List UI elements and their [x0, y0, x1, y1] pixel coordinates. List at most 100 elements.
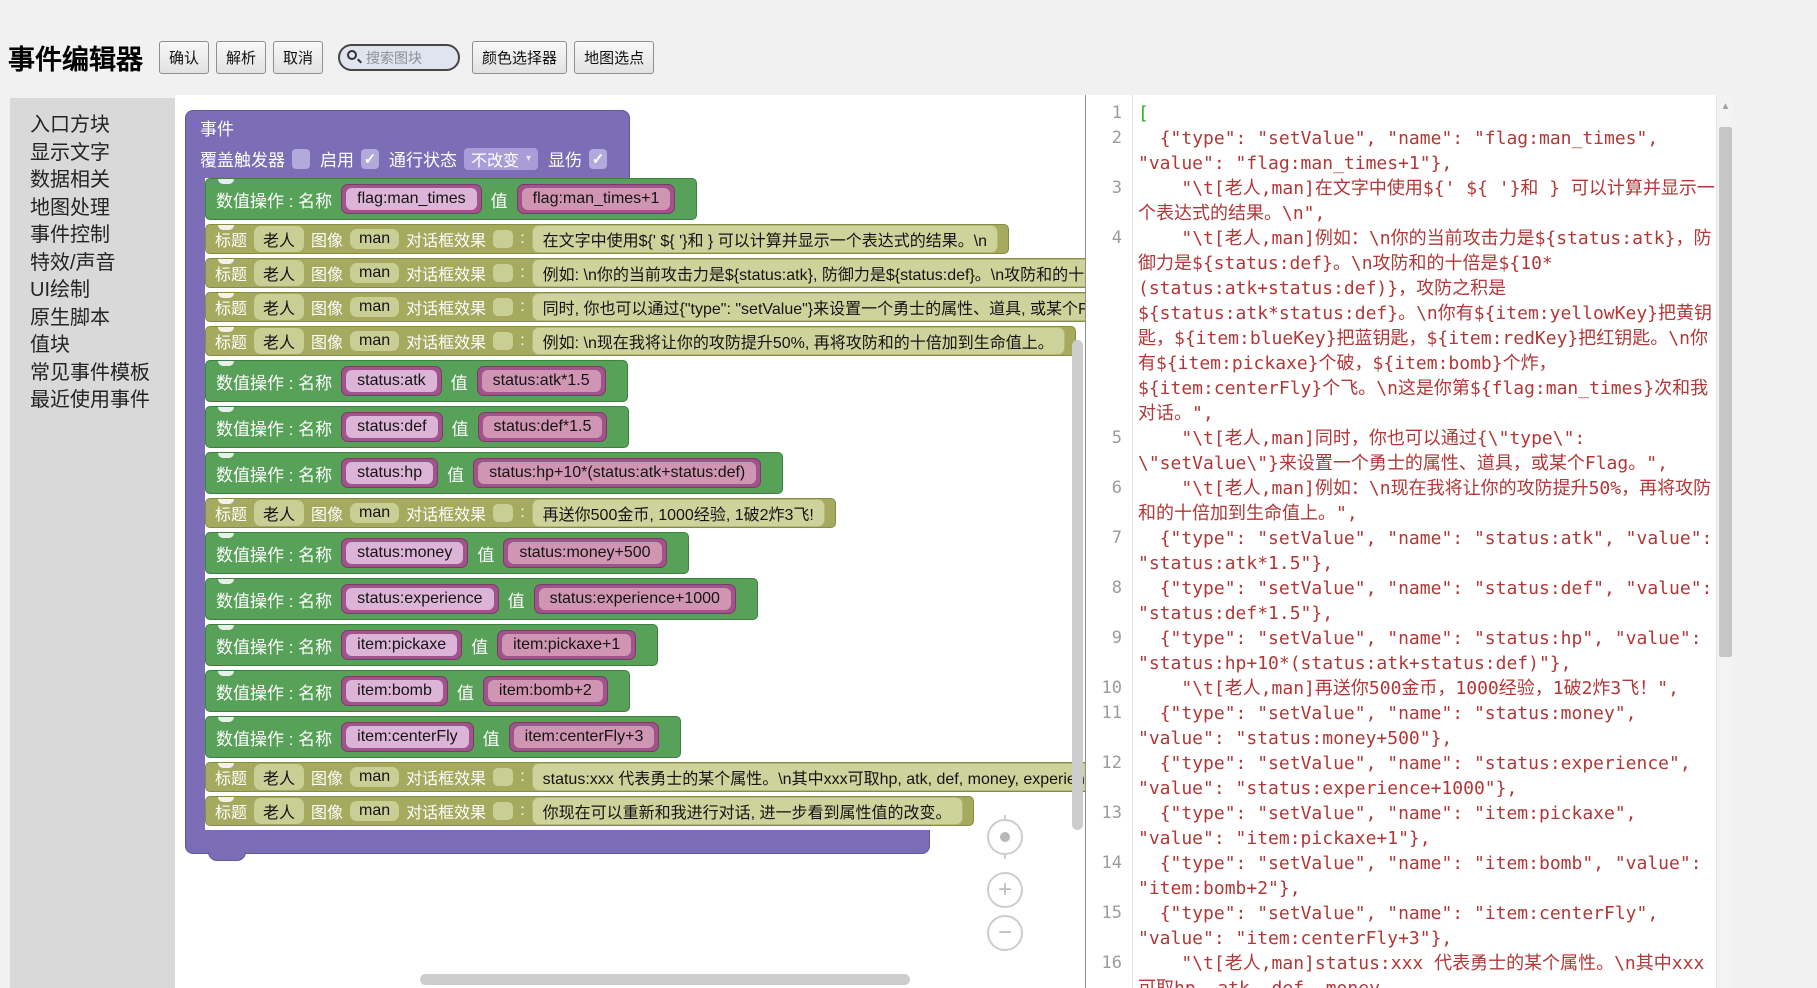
image-field[interactable]: man [350, 801, 399, 821]
dialog-block[interactable]: 标题老人图像man对话框效果:在文字中使用${' ${ '}和 } 可以计算并显… [205, 224, 1009, 254]
search-input[interactable] [338, 44, 460, 71]
code-text[interactable]: {"type": "setValue", "name": "status:mon… [1132, 701, 1716, 751]
sidebar-item-7[interactable]: UI绘制 [30, 277, 175, 305]
effect-field[interactable] [493, 504, 513, 522]
name-field[interactable]: item:pickaxe [346, 634, 457, 656]
setvalue-block[interactable]: 数值操作 : 名称status:experience值status:experi… [205, 578, 758, 620]
value-field[interactable]: status:hp+10*(status:atk+status:def) [478, 462, 756, 484]
scroll-up-arrow-icon[interactable]: ▲ [1717, 101, 1734, 112]
image-field[interactable]: man [350, 331, 399, 351]
event-block-header[interactable]: 事件 覆盖触发器启用✓通行状态不改变▾显伤✓ [185, 110, 630, 178]
setvalue-block[interactable]: 数值操作 : 名称item:bomb值item:bomb+2 [205, 670, 630, 712]
speaker-field[interactable]: 老人 [254, 294, 304, 320]
code-scrollbar[interactable]: ▲ [1716, 95, 1733, 988]
checkbox-checked[interactable]: ✓ [589, 149, 607, 169]
effect-field[interactable] [493, 768, 513, 786]
code-text[interactable]: [ [1132, 101, 1716, 126]
dialog-text-field[interactable]: 同时, 你也可以通过{"type": "setValue"}来设置一个勇士的属性… [532, 293, 1085, 321]
zoom-out-button[interactable]: − [987, 915, 1023, 951]
name-field[interactable]: item:bomb [346, 680, 443, 702]
code-text[interactable]: {"type": "setValue", "name": "item:cente… [1132, 901, 1716, 951]
setvalue-block[interactable]: 数值操作 : 名称item:pickaxe值item:pickaxe+1 [205, 624, 658, 666]
code-text[interactable]: {"type": "setValue", "name": "status:hp"… [1132, 626, 1716, 676]
speaker-field[interactable]: 老人 [254, 798, 304, 824]
code-text[interactable]: "\t[老人,man]同时，你也可以通过{\"type\": \"setValu… [1132, 426, 1716, 476]
dialog-text-field[interactable]: status:xxx 代表勇士的某个属性。\n其中xxx可取hp, atk, d… [532, 763, 1085, 791]
code-text[interactable]: {"type": "setValue", "name": "status:atk… [1132, 526, 1716, 576]
value-field[interactable]: status:def*1.5 [483, 416, 603, 438]
sidebar-item-9[interactable]: 值块 [30, 332, 175, 360]
setvalue-block[interactable]: 数值操作 : 名称flag:man_times值flag:man_times+1 [205, 178, 697, 220]
speaker-field[interactable]: 老人 [254, 328, 304, 354]
json-code-editor[interactable]: 1[2 {"type": "setValue", "name": "flag:m… [1086, 95, 1716, 988]
effect-field[interactable] [493, 802, 513, 820]
code-text[interactable]: {"type": "setValue", "name": "item:picka… [1132, 801, 1716, 851]
code-text[interactable]: "\t[老人,man]在文字中使用${' ${ '}和 } 可以计算并显示一个表… [1132, 176, 1716, 226]
dialog-text-field[interactable]: 在文字中使用${' ${ '}和 } 可以计算并显示一个表达式的结果。\n [532, 225, 998, 253]
dialog-block[interactable]: 标题老人图像man对话框效果:status:xxx 代表勇士的某个属性。\n其中… [205, 762, 1085, 792]
image-field[interactable]: man [350, 297, 399, 317]
value-field[interactable]: flag:man_times+1 [522, 188, 671, 210]
setvalue-block[interactable]: 数值操作 : 名称status:hp值status:hp+10*(status:… [205, 452, 783, 494]
code-scrollbar-thumb[interactable] [1719, 127, 1732, 657]
speaker-field[interactable]: 老人 [254, 260, 304, 286]
image-field[interactable]: man [350, 767, 399, 787]
speaker-field[interactable]: 老人 [254, 226, 304, 252]
color-picker-button[interactable]: 颜色选择器 [472, 41, 567, 74]
sidebar-item-5[interactable]: 事件控制 [30, 222, 175, 250]
name-field[interactable]: status:hp [346, 462, 433, 484]
canvas-horizontal-scrollbar[interactable] [420, 974, 910, 985]
sidebar-item-10[interactable]: 常见事件模板 [30, 360, 175, 388]
code-text[interactable]: {"type": "setValue", "name": "item:bomb"… [1132, 851, 1716, 901]
dialog-block[interactable]: 标题老人图像man对话框效果:同时, 你也可以通过{"type": "setVa… [205, 292, 1085, 322]
dialog-block[interactable]: 标题老人图像man对话框效果:例如: \n你的当前攻击力是${status:at… [205, 258, 1085, 288]
zoom-in-button[interactable]: + [987, 872, 1023, 908]
map-point-button[interactable]: 地图选点 [574, 41, 654, 74]
name-field[interactable]: status:atk [346, 370, 436, 392]
setvalue-block[interactable]: 数值操作 : 名称status:def值status:def*1.5 [205, 406, 629, 448]
name-field[interactable]: flag:man_times [346, 188, 477, 210]
sidebar-item-3[interactable]: 数据相关 [30, 167, 175, 195]
confirm-button[interactable]: 确认 [159, 41, 209, 74]
dialog-block[interactable]: 标题老人图像man对话框效果:再送你500金币, 1000经验, 1破2炸3飞! [205, 498, 836, 528]
sidebar-item-1[interactable]: 入口方块 [30, 112, 175, 140]
image-field[interactable]: man [350, 263, 399, 283]
blockly-canvas[interactable]: 事件 覆盖触发器启用✓通行状态不改变▾显伤✓ 数值操作 : 名称flag:man… [175, 95, 1085, 988]
name-field[interactable]: status:money [346, 542, 463, 564]
name-field[interactable]: item:centerFly [346, 726, 468, 748]
sidebar-item-6[interactable]: 特效/声音 [30, 250, 175, 278]
value-field[interactable]: item:pickaxe+1 [502, 634, 631, 656]
value-field[interactable]: status:experience+1000 [539, 588, 731, 610]
sidebar-item-2[interactable]: 显示文字 [30, 140, 175, 168]
value-field[interactable]: item:bomb+2 [488, 680, 603, 702]
effect-field[interactable] [493, 264, 513, 282]
canvas-vertical-scrollbar[interactable] [1072, 340, 1083, 830]
checkbox-unchecked[interactable] [292, 149, 310, 169]
sidebar-item-11[interactable]: 最近使用事件 [30, 387, 175, 415]
dialog-text-field[interactable]: 再送你500金币, 1000经验, 1破2炸3飞! [532, 499, 825, 527]
dropdown-pass-state[interactable]: 不改变▾ [464, 148, 538, 170]
cancel-button[interactable]: 取消 [273, 41, 323, 74]
value-field[interactable]: item:centerFly+3 [514, 726, 655, 748]
dialog-block[interactable]: 标题老人图像man对话框效果:你现在可以重新和我进行对话, 进一步看到属性值的改… [205, 796, 974, 826]
sidebar-item-8[interactable]: 原生脚本 [30, 305, 175, 333]
effect-field[interactable] [493, 298, 513, 316]
code-text[interactable]: "\t[老人,man]status:xxx 代表勇士的某个属性。\n其中xxx可… [1132, 951, 1716, 988]
code-text[interactable]: {"type": "setValue", "name": "status:exp… [1132, 751, 1716, 801]
checkbox-checked[interactable]: ✓ [361, 149, 379, 169]
speaker-field[interactable]: 老人 [254, 500, 304, 526]
name-field[interactable]: status:experience [346, 588, 493, 610]
effect-field[interactable] [493, 230, 513, 248]
code-text[interactable]: "\t[老人,man]例如：\n你的当前攻击力是${status:atk}，防御… [1132, 226, 1716, 426]
speaker-field[interactable]: 老人 [254, 764, 304, 790]
effect-field[interactable] [493, 332, 513, 350]
image-field[interactable]: man [350, 229, 399, 249]
code-text[interactable]: "\t[老人,man]再送你500金币，1000经验，1破2炸3飞！", [1132, 676, 1716, 701]
name-field[interactable]: status:def [346, 416, 437, 438]
dialog-text-field[interactable]: 例如: \n你的当前攻击力是${status:atk}, 防御力是${statu… [532, 259, 1085, 287]
dialog-block[interactable]: 标题老人图像man对话框效果:例如: \n现在我将让你的攻防提升50%, 再将攻… [205, 326, 1076, 356]
dialog-text-field[interactable]: 例如: \n现在我将让你的攻防提升50%, 再将攻防和的十倍加到生命值上。 [532, 327, 1065, 355]
sidebar-item-4[interactable]: 地图处理 [30, 195, 175, 223]
dialog-text-field[interactable]: 你现在可以重新和我进行对话, 进一步看到属性值的改变。 [532, 797, 963, 825]
image-field[interactable]: man [350, 503, 399, 523]
